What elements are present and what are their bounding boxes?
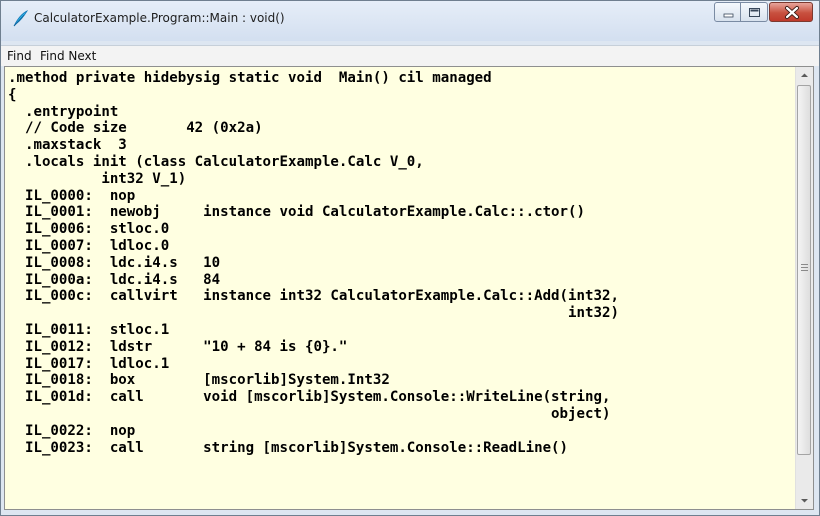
scroll-up-arrow-icon xyxy=(801,73,808,77)
code-line: IL_0012: ldstr "10 + 84 is {0}." xyxy=(8,338,348,355)
close-icon xyxy=(785,6,799,19)
scroll-down-button[interactable] xyxy=(796,492,813,509)
maximize-icon xyxy=(749,8,760,17)
scrollbar-thumb[interactable] xyxy=(797,85,811,455)
title-bar[interactable]: CalculatorExample.Program::Main : void() xyxy=(1,1,819,41)
code-line: IL_0022: nop xyxy=(8,422,136,439)
code-line: IL_0018: box [mscorlib]System.Int32 xyxy=(8,372,390,389)
code-line: IL_000c: callvirt instance int32 Calcula… xyxy=(8,288,619,305)
code-line: .maxstack 3 xyxy=(8,137,127,154)
code-line: IL_001d: call void [mscorlib]System.Cons… xyxy=(8,389,611,406)
vertical-scrollbar[interactable] xyxy=(795,67,813,509)
code-line: IL_0001: newobj instance void Calculator… xyxy=(8,204,585,221)
caption-buttons xyxy=(714,2,813,24)
code-line: .method private hidebysig static void Ma… xyxy=(8,70,492,86)
minimize-icon xyxy=(723,13,734,18)
menu-find-next[interactable]: Find Next xyxy=(40,49,96,63)
code-line: .locals init (class CalculatorExample.Ca… xyxy=(8,153,424,170)
close-button[interactable] xyxy=(769,2,813,22)
code-line: IL_0000: nop xyxy=(8,187,136,204)
code-line: IL_0017: ldloc.1 xyxy=(8,355,170,372)
scroll-up-button[interactable] xyxy=(796,67,813,84)
code-line: int32) xyxy=(8,305,619,322)
il-code-view[interactable]: .method private hidebysig static void Ma… xyxy=(4,66,814,510)
il-code-text: .method private hidebysig static void Ma… xyxy=(8,70,619,456)
minimize-button[interactable] xyxy=(714,2,741,22)
code-line: IL_0007: ldloc.0 xyxy=(8,237,170,254)
menu-bar: Find Find Next xyxy=(1,45,819,66)
code-line: int32 V_1) xyxy=(8,170,187,187)
feather-icon[interactable] xyxy=(11,10,29,28)
code-line: IL_0008: ldc.i4.s 10 xyxy=(8,254,221,271)
code-line: IL_0006: stloc.0 xyxy=(8,221,170,238)
code-line: // Code size 42 (0x2a) xyxy=(8,120,263,137)
code-line: { xyxy=(8,86,17,103)
code-line: IL_000a: ldc.i4.s 84 xyxy=(8,271,221,288)
ildasm-window: CalculatorExample.Program::Main : void() xyxy=(0,0,820,516)
grip-icon xyxy=(801,264,808,271)
code-line: .entrypoint xyxy=(8,103,119,120)
code-line: object) xyxy=(8,405,611,422)
code-line: IL_0011: stloc.1 xyxy=(8,321,170,338)
code-line: IL_0023: call string [mscorlib]System.Co… xyxy=(8,439,569,456)
menu-find[interactable]: Find xyxy=(7,49,32,63)
maximize-button[interactable] xyxy=(741,2,768,22)
window-title: CalculatorExample.Program::Main : void() xyxy=(34,11,285,25)
scroll-down-arrow-icon xyxy=(801,499,808,503)
